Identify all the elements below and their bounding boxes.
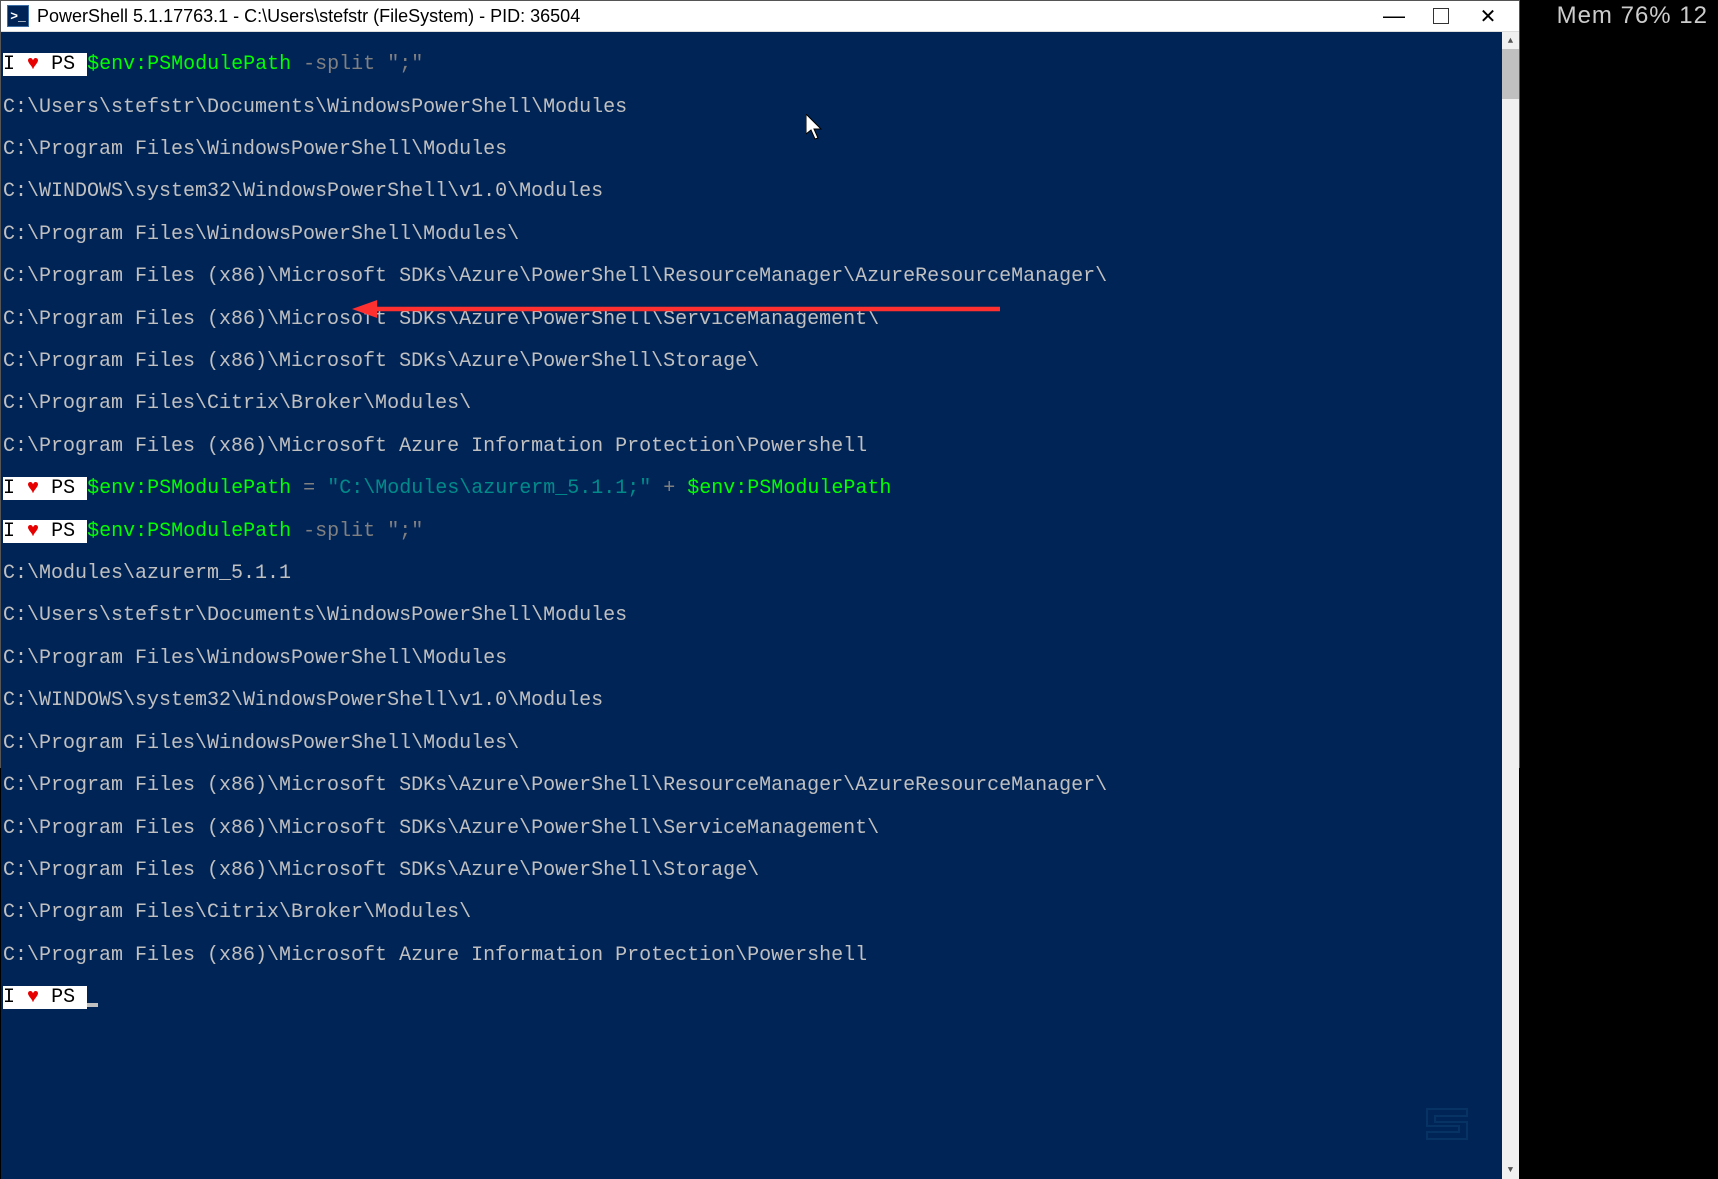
- output-line: C:\Program Files (x86)\Microsoft Azure I…: [3, 945, 1500, 966]
- command-eq: =: [303, 477, 315, 500]
- output-line: C:\Program Files (x86)\Microsoft SDKs\Az…: [3, 775, 1500, 796]
- window-title: PowerShell 5.1.17763.1 - C:\Users\stefst…: [37, 6, 1379, 27]
- terminal-output[interactable]: I ♥ PS $env:PSModulePath -split ";" C:\U…: [1, 32, 1502, 1179]
- output-line: C:\Users\stefstr\Documents\WindowsPowerS…: [3, 97, 1500, 118]
- output-line: C:\Program Files\WindowsPowerShell\Modul…: [3, 139, 1500, 160]
- heart-icon: ♥: [27, 477, 39, 500]
- output-line: C:\Users\stefstr\Documents\WindowsPowerS…: [3, 605, 1500, 626]
- output-line: C:\Program Files\WindowsPowerShell\Modul…: [3, 648, 1500, 669]
- vertical-scrollbar[interactable]: ▲ ▼: [1502, 32, 1519, 1179]
- scrollbar-thumb[interactable]: [1502, 49, 1519, 99]
- prompt-prefix: I ♥ PS: [3, 986, 87, 1009]
- command-operator: -split: [303, 520, 375, 543]
- minimize-button[interactable]: —: [1379, 1, 1409, 31]
- output-line: C:\Program Files\WindowsPowerShell\Modul…: [3, 224, 1500, 245]
- output-line: C:\Program Files\WindowsPowerShell\Modul…: [3, 733, 1500, 754]
- command-string: "C:\Modules\azurerm_5.1.1;": [327, 477, 651, 500]
- output-line: C:\Program Files (x86)\Microsoft SDKs\Az…: [3, 309, 1500, 330]
- terminal-cursor: [87, 1003, 98, 1007]
- scroll-up-icon[interactable]: ▲: [1502, 32, 1519, 49]
- close-button[interactable]: ✕: [1473, 1, 1503, 31]
- prompt-prefix: I ♥ PS: [3, 53, 87, 76]
- command-variable: $env:PSModulePath: [687, 477, 891, 500]
- output-line: C:\WINDOWS\system32\WindowsPowerShell\v1…: [3, 690, 1500, 711]
- output-line-highlighted: C:\Modules\azurerm_5.1.1: [3, 563, 1500, 584]
- maximize-button[interactable]: [1433, 8, 1449, 24]
- command-variable: $env:PSModulePath: [87, 477, 291, 500]
- scroll-down-icon[interactable]: ▼: [1502, 1162, 1519, 1179]
- command-variable: $env:PSModulePath: [87, 520, 291, 543]
- prompt-prefix: I ♥ PS: [3, 520, 87, 543]
- mouse-cursor-icon: [806, 114, 826, 142]
- prompt-prefix: I ♥ PS: [3, 477, 87, 500]
- output-line: C:\Program Files\Citrix\Broker\Modules\: [3, 902, 1500, 923]
- command-variable: $env:PSModulePath: [87, 53, 291, 76]
- powershell-icon: >_: [7, 5, 29, 27]
- heart-icon: ♥: [27, 53, 39, 76]
- titlebar[interactable]: >_ PowerShell 5.1.17763.1 - C:\Users\ste…: [1, 1, 1519, 32]
- background-mem-text: Mem 76% 12: [1557, 2, 1708, 30]
- output-line: C:\Program Files (x86)\Microsoft Azure I…: [3, 436, 1500, 457]
- command-arg: ";": [387, 520, 423, 543]
- output-line: C:\Program Files\Citrix\Broker\Modules\: [3, 393, 1500, 414]
- command-plus: +: [663, 477, 675, 500]
- powershell-window: >_ PowerShell 5.1.17763.1 - C:\Users\ste…: [0, 0, 1520, 768]
- heart-icon: ♥: [27, 986, 39, 1009]
- window-controls: — ✕: [1379, 1, 1513, 31]
- output-line: C:\Program Files (x86)\Microsoft SDKs\Az…: [3, 351, 1500, 372]
- watermark-logo: [1417, 1094, 1477, 1154]
- output-line: C:\Program Files (x86)\Microsoft SDKs\Az…: [3, 818, 1500, 839]
- output-line: C:\Program Files (x86)\Microsoft SDKs\Az…: [3, 266, 1500, 287]
- command-arg: ";": [387, 53, 423, 76]
- output-line: C:\WINDOWS\system32\WindowsPowerShell\v1…: [3, 181, 1500, 202]
- output-line: C:\Program Files (x86)\Microsoft SDKs\Az…: [3, 860, 1500, 881]
- command-operator: -split: [303, 53, 375, 76]
- heart-icon: ♥: [27, 520, 39, 543]
